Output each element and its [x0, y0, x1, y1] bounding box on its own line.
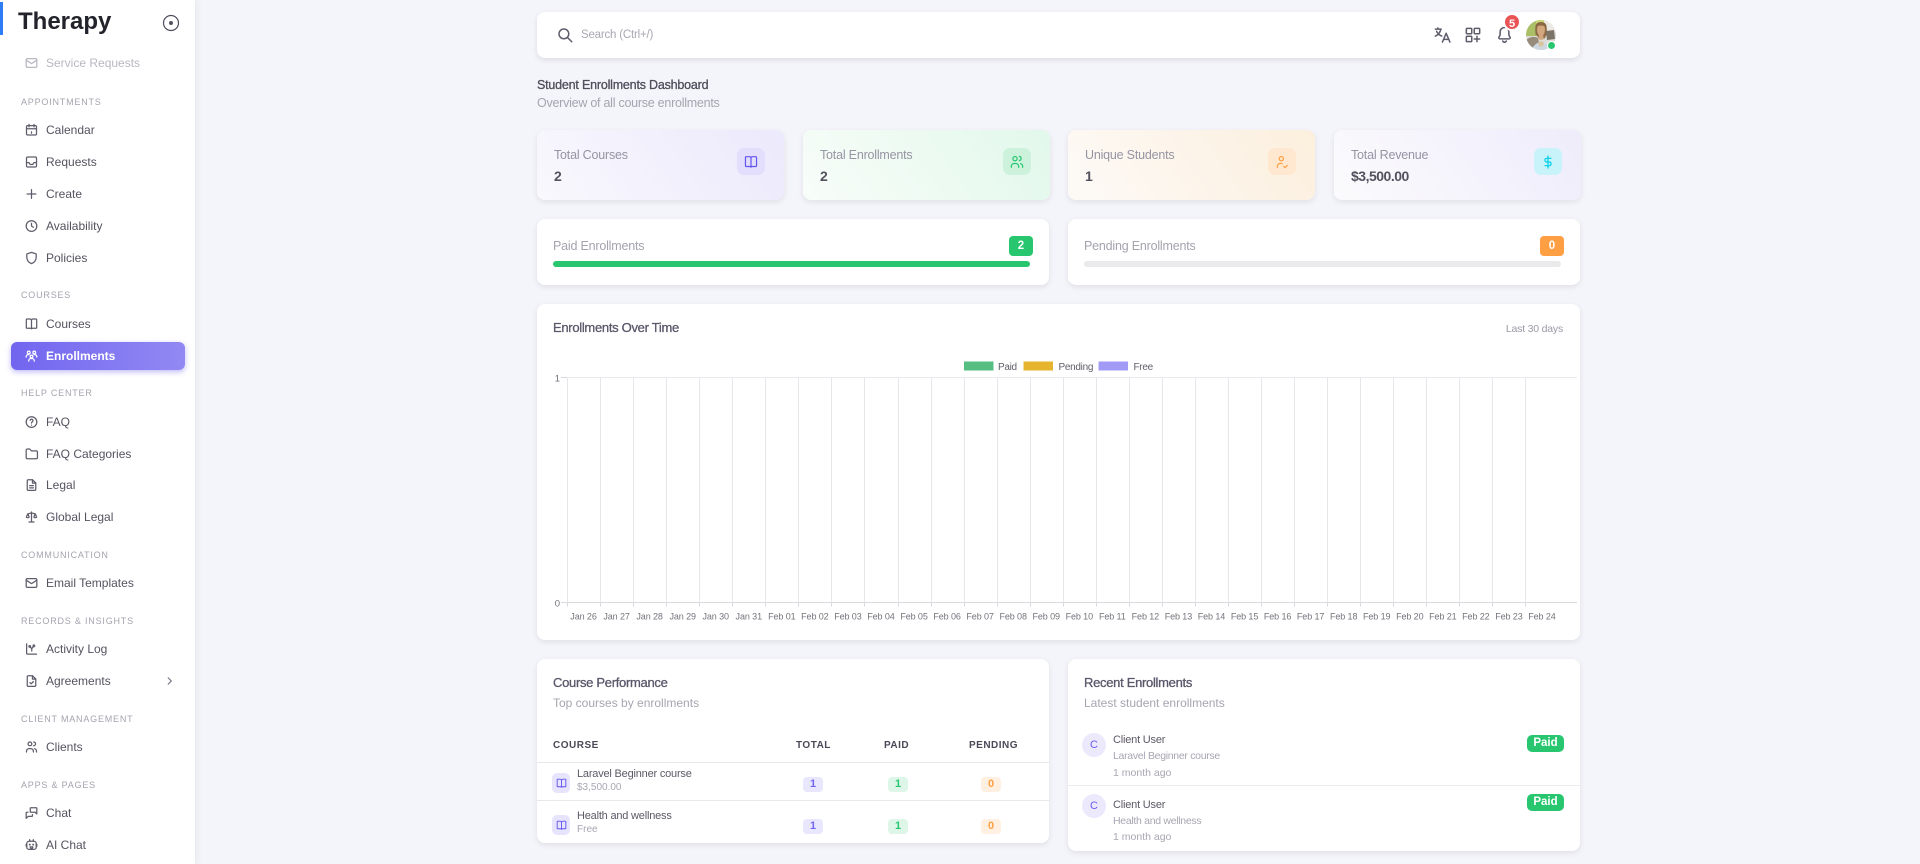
svg-text:Feb 07: Feb 07	[966, 612, 994, 622]
svg-text:Feb 14: Feb 14	[1198, 612, 1226, 622]
svg-text:Jan 26: Jan 26	[570, 612, 597, 622]
svg-text:Feb 18: Feb 18	[1330, 612, 1358, 622]
svg-text:Jan 28: Jan 28	[636, 612, 663, 622]
svg-text:Feb 06: Feb 06	[933, 612, 961, 622]
svg-text:Feb 11: Feb 11	[1099, 612, 1126, 622]
svg-text:Feb 03: Feb 03	[834, 612, 862, 622]
svg-text:Feb 02: Feb 02	[801, 612, 829, 622]
svg-text:Feb 20: Feb 20	[1396, 612, 1424, 622]
svg-text:Feb 05: Feb 05	[900, 612, 928, 622]
svg-text:Paid: Paid	[998, 362, 1017, 373]
svg-text:Feb 04: Feb 04	[867, 612, 895, 622]
svg-text:Feb 09: Feb 09	[1033, 612, 1061, 622]
svg-text:Feb 19: Feb 19	[1363, 612, 1391, 622]
svg-text:Feb 17: Feb 17	[1297, 612, 1325, 622]
svg-text:Feb 24: Feb 24	[1528, 612, 1556, 622]
svg-text:Feb 12: Feb 12	[1132, 612, 1160, 622]
svg-text:Feb 21: Feb 21	[1429, 612, 1457, 622]
svg-text:Feb 22: Feb 22	[1462, 612, 1490, 622]
svg-text:Jan 31: Jan 31	[736, 612, 763, 622]
svg-text:Jan 29: Jan 29	[669, 612, 696, 622]
svg-text:Feb 10: Feb 10	[1066, 612, 1094, 622]
svg-text:1: 1	[555, 374, 560, 385]
svg-text:Feb 08: Feb 08	[999, 612, 1027, 622]
svg-text:Jan 27: Jan 27	[603, 612, 630, 622]
svg-text:Feb 15: Feb 15	[1231, 612, 1259, 622]
svg-text:Free: Free	[1134, 362, 1154, 373]
svg-text:Feb 23: Feb 23	[1495, 612, 1523, 622]
svg-text:Jan 30: Jan 30	[703, 612, 730, 622]
svg-text:Pending: Pending	[1059, 362, 1094, 373]
svg-text:0: 0	[555, 599, 560, 610]
svg-text:Feb 01: Feb 01	[768, 612, 796, 622]
svg-text:Feb 13: Feb 13	[1165, 612, 1193, 622]
svg-text:Feb 16: Feb 16	[1264, 612, 1292, 622]
